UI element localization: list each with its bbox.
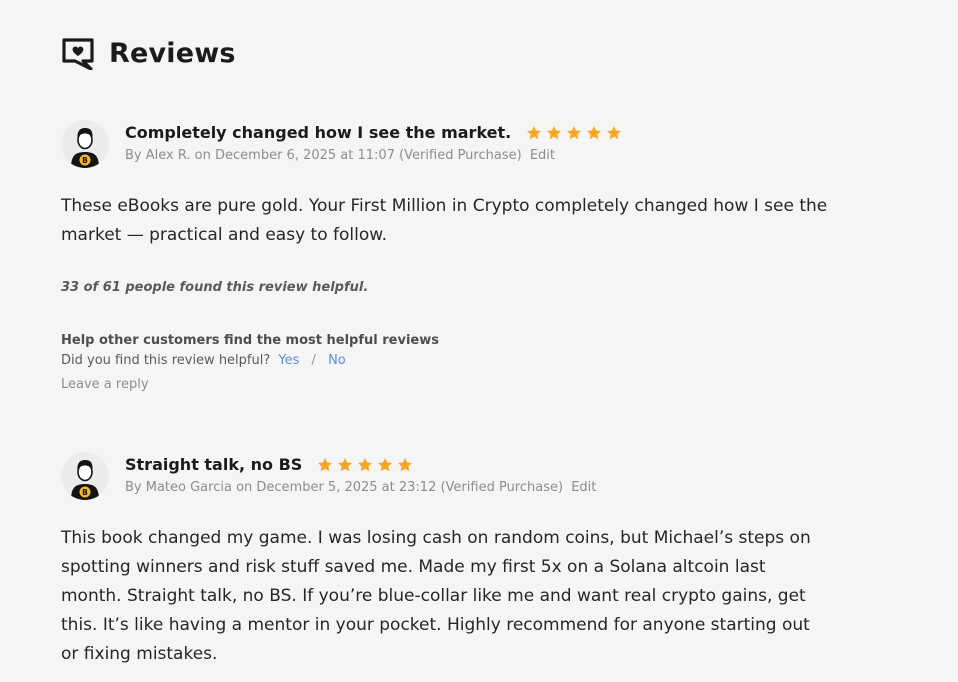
star-icon <box>587 125 602 139</box>
star-icon <box>318 457 333 471</box>
avatar: B <box>61 452 109 500</box>
vote-no-link[interactable]: No <box>328 353 346 368</box>
svg-text:B: B <box>82 156 88 165</box>
star-icon <box>358 457 373 471</box>
leave-reply-link[interactable]: Leave a reply <box>61 377 881 392</box>
helpful-prompt: Help other customers find the most helpf… <box>61 333 439 348</box>
review-title: Completely changed how I see the market. <box>125 123 512 142</box>
review-header: B Straight talk, no BS By Mateo Garcia o… <box>61 452 881 500</box>
review-title: Straight talk, no BS <box>125 455 303 474</box>
star-icon <box>398 457 413 471</box>
review-body: These eBooks are pure gold. Your First M… <box>61 196 828 245</box>
star-rating <box>317 457 417 473</box>
star-rating <box>526 125 626 141</box>
avatar: B <box>61 120 109 168</box>
star-icon <box>527 125 542 139</box>
star-icon <box>547 125 562 139</box>
vote-row: Did you find this review helpful? Yes / … <box>61 353 881 368</box>
vote-separator: / <box>311 353 316 368</box>
review-header: B Completely changed how I see the marke… <box>61 120 881 168</box>
chat-heart-icon <box>62 38 94 70</box>
edit-link[interactable]: Edit <box>571 480 596 495</box>
star-icon <box>567 125 582 139</box>
review-byline: By Alex R. on December 6, 2025 at 11:07 … <box>125 148 626 163</box>
section-title: Reviews <box>109 37 236 69</box>
review-byline: By Mateo Garcia on December 5, 2025 at 2… <box>125 480 596 495</box>
review-author-date: By Alex R. on December 6, 2025 at 11:07 … <box>125 148 522 163</box>
vote-yes-link[interactable]: Yes <box>278 353 299 368</box>
star-icon <box>607 125 622 139</box>
svg-text:B: B <box>82 488 88 497</box>
review-item: B Completely changed how I see the marke… <box>61 120 881 392</box>
reviews-header: Reviews <box>61 36 236 70</box>
star-icon <box>338 457 353 471</box>
review-item: B Straight talk, no BS By Mateo Garcia o… <box>61 452 881 669</box>
edit-link[interactable]: Edit <box>530 148 555 163</box>
review-body: This book changed my game. I was losing … <box>61 528 811 664</box>
star-icon <box>378 457 393 471</box>
vote-question: Did you find this review helpful? <box>61 353 271 368</box>
review-author-date: By Mateo Garcia on December 5, 2025 at 2… <box>125 480 564 495</box>
helpful-count: 33 of 61 people found this review helpfu… <box>61 280 369 295</box>
